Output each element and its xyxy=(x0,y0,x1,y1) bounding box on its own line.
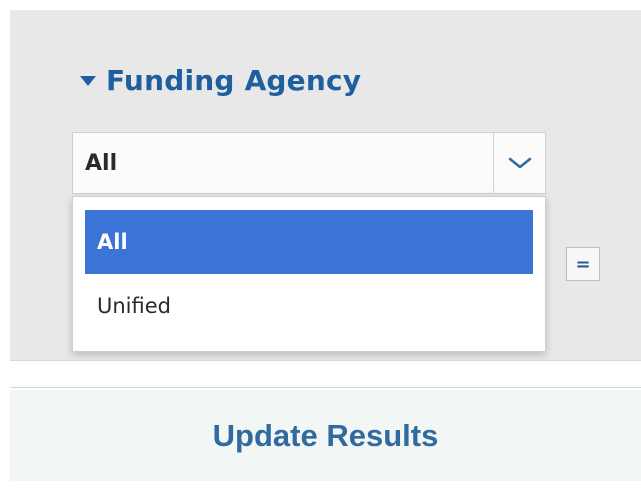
funding-agency-dropdown: All Unified xyxy=(72,196,546,352)
select-current-value: All xyxy=(85,150,118,176)
select-toggle-button[interactable] xyxy=(493,133,545,193)
option-all[interactable]: All xyxy=(85,210,533,274)
divider-top xyxy=(10,360,641,361)
equals-button[interactable]: = xyxy=(566,247,600,281)
option-unified[interactable]: Unified xyxy=(85,274,533,338)
divider-bottom xyxy=(10,387,641,388)
funding-agency-select[interactable]: All xyxy=(72,132,546,194)
filter-frame: Funding Agency All = All Unified Update … xyxy=(10,10,641,481)
section-title: Funding Agency xyxy=(106,63,362,97)
chevron-down-icon xyxy=(507,155,533,171)
triangle-down-icon xyxy=(80,76,96,86)
filter-panel: Funding Agency All = All Unified xyxy=(10,10,641,360)
update-results-button[interactable]: Update Results xyxy=(10,390,641,481)
funding-agency-section-header[interactable]: Funding Agency xyxy=(80,60,361,100)
